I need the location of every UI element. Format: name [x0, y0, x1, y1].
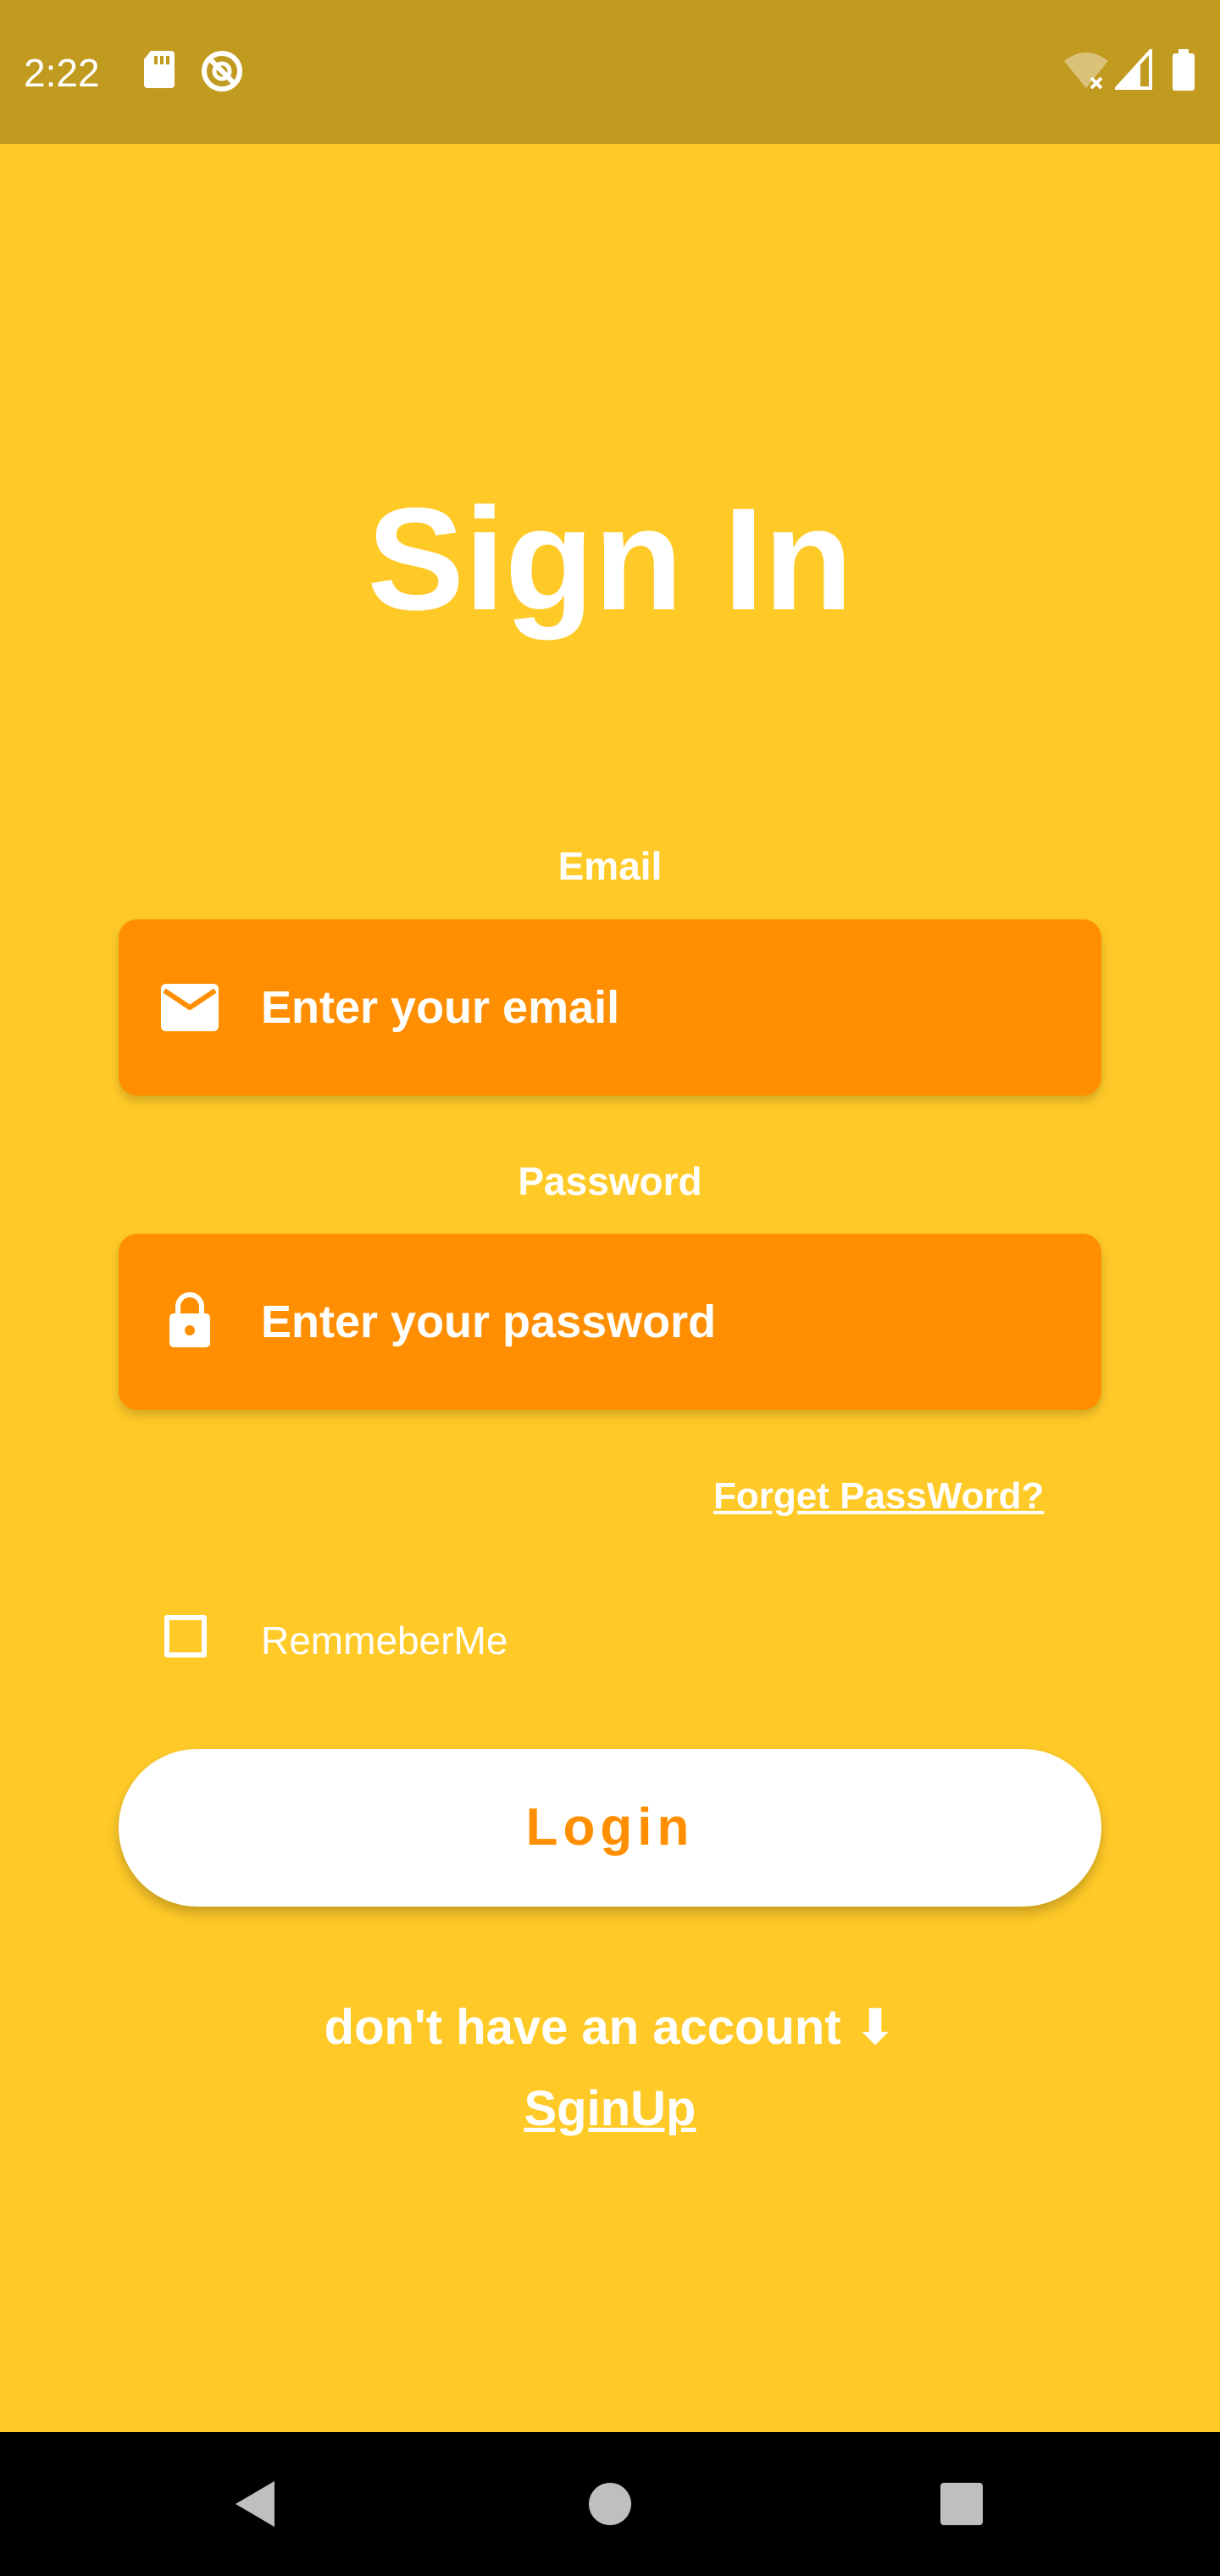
- sign-in-screen: 2:22 Sign In Email Enter your email Pass…: [0, 0, 1220, 2576]
- email-label: Email: [557, 844, 663, 888]
- login-button[interactable]: Login: [119, 1749, 1101, 1907]
- battery-icon: [1173, 49, 1195, 91]
- remember-me-checkbox[interactable]: [164, 1615, 207, 1657]
- back-icon[interactable]: [217, 2466, 293, 2542]
- forgot-password-link[interactable]: Forget PassWord?: [713, 1473, 1044, 1520]
- home-icon[interactable]: [572, 2466, 648, 2542]
- email-field[interactable]: Enter your email: [119, 919, 1101, 1096]
- lock-icon: [169, 1292, 210, 1347]
- cell-signal-icon: [1115, 49, 1152, 90]
- email-placeholder: Enter your email: [261, 982, 620, 1033]
- page-title: Sign In: [367, 478, 853, 641]
- do-not-disturb-icon: [202, 51, 242, 92]
- password-label: Password: [518, 1159, 702, 1203]
- recents-icon[interactable]: [923, 2466, 1000, 2542]
- no-account-prompt: don't have an account ⬇: [324, 2000, 896, 2055]
- remember-me-label: RemmeberMe: [261, 1618, 508, 1663]
- status-time: 2:22: [24, 51, 100, 95]
- password-placeholder: Enter your password: [261, 1296, 717, 1347]
- wifi-off-icon: [1064, 53, 1108, 90]
- sd-card-icon: [144, 51, 175, 88]
- signup-link[interactable]: SginUp: [0, 2079, 1220, 2139]
- navigation-bar: [0, 2432, 1220, 2576]
- password-field[interactable]: Enter your password: [119, 1234, 1101, 1410]
- status-bar: 2:22: [0, 0, 1220, 144]
- mail-icon: [161, 984, 219, 1031]
